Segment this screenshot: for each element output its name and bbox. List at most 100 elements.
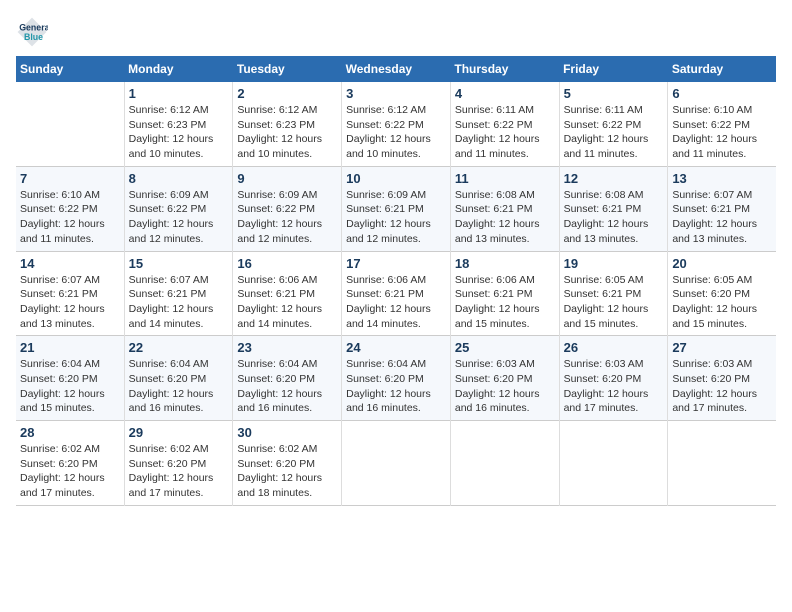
weekday-header: Sunday (16, 56, 124, 82)
day-number: 18 (455, 256, 555, 271)
logo: General Blue (16, 16, 52, 48)
day-info: Sunrise: 6:12 AMSunset: 6:23 PMDaylight:… (129, 103, 229, 162)
calendar-day-cell (559, 421, 668, 506)
day-number: 17 (346, 256, 446, 271)
logo-icon: General Blue (16, 16, 48, 48)
calendar-day-cell: 7 Sunrise: 6:10 AMSunset: 6:22 PMDaylight… (16, 166, 124, 251)
day-number: 6 (672, 86, 772, 101)
day-number: 15 (129, 256, 229, 271)
calendar-day-cell: 14 Sunrise: 6:07 AMSunset: 6:21 PMDayligh… (16, 251, 124, 336)
day-number: 7 (20, 171, 120, 186)
day-info: Sunrise: 6:11 AMSunset: 6:22 PMDaylight:… (455, 103, 555, 162)
calendar-day-cell: 27Sunrise: 6:03 AMSunset: 6:20 PMDayligh… (668, 336, 776, 421)
calendar-day-cell: 15 Sunrise: 6:07 AMSunset: 6:21 PMDayligh… (124, 251, 233, 336)
calendar-day-cell: 25 Sunrise: 6:03 AMSunset: 6:20 PMDayligh… (450, 336, 559, 421)
calendar-week-row: 7 Sunrise: 6:10 AMSunset: 6:22 PMDaylight… (16, 166, 776, 251)
day-info: Sunrise: 6:08 AMSunset: 6:21 PMDaylight:… (564, 188, 664, 247)
calendar-day-cell: 13 Sunrise: 6:07 AMSunset: 6:21 PMDayligh… (668, 166, 776, 251)
day-info: Sunrise: 6:07 AMSunset: 6:21 PMDaylight:… (129, 273, 229, 332)
day-number: 25 (455, 340, 555, 355)
weekday-header: Saturday (668, 56, 776, 82)
day-info: Sunrise: 6:10 AMSunset: 6:22 PMDaylight:… (672, 103, 772, 162)
calendar-day-cell (16, 82, 124, 166)
day-info: Sunrise: 6:04 AMSunset: 6:20 PMDaylight:… (129, 357, 229, 416)
weekday-header: Monday (124, 56, 233, 82)
weekday-header: Friday (559, 56, 668, 82)
calendar-day-cell: 23 Sunrise: 6:04 AMSunset: 6:20 PMDayligh… (233, 336, 342, 421)
calendar-day-cell: 20 Sunrise: 6:05 AMSunset: 6:20 PMDayligh… (668, 251, 776, 336)
day-info: Sunrise: 6:02 AMSunset: 6:20 PMDaylight:… (20, 442, 120, 501)
calendar-day-cell: 1 Sunrise: 6:12 AMSunset: 6:23 PMDaylight… (124, 82, 233, 166)
calendar-day-cell: 9 Sunrise: 6:09 AMSunset: 6:22 PMDaylight… (233, 166, 342, 251)
day-info: Sunrise: 6:04 AMSunset: 6:20 PMDaylight:… (237, 357, 337, 416)
day-info: Sunrise: 6:05 AMSunset: 6:20 PMDaylight:… (672, 273, 772, 332)
day-number: 23 (237, 340, 337, 355)
day-number: 3 (346, 86, 446, 101)
day-number: 28 (20, 425, 120, 440)
day-info: Sunrise: 6:12 AMSunset: 6:22 PMDaylight:… (346, 103, 446, 162)
calendar-day-cell (450, 421, 559, 506)
day-info: Sunrise: 6:10 AMSunset: 6:22 PMDaylight:… (20, 188, 120, 247)
day-number: 11 (455, 171, 555, 186)
day-number: 13 (672, 171, 772, 186)
calendar-day-cell (342, 421, 451, 506)
svg-text:General: General (19, 22, 48, 32)
calendar-day-cell: 16 Sunrise: 6:06 AMSunset: 6:21 PMDayligh… (233, 251, 342, 336)
calendar-day-cell (668, 421, 776, 506)
calendar-week-row: 28 Sunrise: 6:02 AMSunset: 6:20 PMDayligh… (16, 421, 776, 506)
day-number: 10 (346, 171, 446, 186)
calendar-day-cell: 6 Sunrise: 6:10 AMSunset: 6:22 PMDaylight… (668, 82, 776, 166)
calendar-day-cell: 19Sunrise: 6:05 AMSunset: 6:21 PMDayligh… (559, 251, 668, 336)
calendar-day-cell: 30Sunrise: 6:02 AMSunset: 6:20 PMDayligh… (233, 421, 342, 506)
day-info: Sunrise: 6:09 AMSunset: 6:21 PMDaylight:… (346, 188, 446, 247)
page-header: General Blue (16, 16, 776, 48)
day-number: 26 (564, 340, 664, 355)
calendar-day-cell: 29Sunrise: 6:02 AMSunset: 6:20 PMDayligh… (124, 421, 233, 506)
calendar-table: SundayMondayTuesdayWednesdayThursdayFrid… (16, 56, 776, 506)
day-info: Sunrise: 6:04 AMSunset: 6:20 PMDaylight:… (20, 357, 120, 416)
day-number: 14 (20, 256, 120, 271)
calendar-day-cell: 26 Sunrise: 6:03 AMSunset: 6:20 PMDayligh… (559, 336, 668, 421)
day-number: 8 (129, 171, 229, 186)
calendar-day-cell: 24Sunrise: 6:04 AMSunset: 6:20 PMDayligh… (342, 336, 451, 421)
weekday-header: Tuesday (233, 56, 342, 82)
day-number: 30 (237, 425, 337, 440)
day-info: Sunrise: 6:12 AMSunset: 6:23 PMDaylight:… (237, 103, 337, 162)
day-number: 19 (564, 256, 664, 271)
day-number: 21 (20, 340, 120, 355)
calendar-day-cell: 4 Sunrise: 6:11 AMSunset: 6:22 PMDaylight… (450, 82, 559, 166)
day-number: 9 (237, 171, 337, 186)
day-number: 29 (129, 425, 229, 440)
day-number: 16 (237, 256, 337, 271)
calendar-day-cell: 12 Sunrise: 6:08 AMSunset: 6:21 PMDayligh… (559, 166, 668, 251)
weekday-header-row: SundayMondayTuesdayWednesdayThursdayFrid… (16, 56, 776, 82)
day-info: Sunrise: 6:03 AMSunset: 6:20 PMDaylight:… (672, 357, 772, 416)
day-info: Sunrise: 6:03 AMSunset: 6:20 PMDaylight:… (455, 357, 555, 416)
day-info: Sunrise: 6:07 AMSunset: 6:21 PMDaylight:… (672, 188, 772, 247)
day-info: Sunrise: 6:07 AMSunset: 6:21 PMDaylight:… (20, 273, 120, 332)
calendar-day-cell: 2 Sunrise: 6:12 AMSunset: 6:23 PMDaylight… (233, 82, 342, 166)
day-number: 5 (564, 86, 664, 101)
day-info: Sunrise: 6:09 AMSunset: 6:22 PMDaylight:… (237, 188, 337, 247)
calendar-day-cell: 17 Sunrise: 6:06 AMSunset: 6:21 PMDayligh… (342, 251, 451, 336)
calendar-day-cell: 11Sunrise: 6:08 AMSunset: 6:21 PMDayligh… (450, 166, 559, 251)
calendar-day-cell: 21 Sunrise: 6:04 AMSunset: 6:20 PMDayligh… (16, 336, 124, 421)
day-number: 22 (129, 340, 229, 355)
calendar-week-row: 1 Sunrise: 6:12 AMSunset: 6:23 PMDaylight… (16, 82, 776, 166)
calendar-day-cell: 18 Sunrise: 6:06 AMSunset: 6:21 PMDayligh… (450, 251, 559, 336)
day-number: 2 (237, 86, 337, 101)
day-info: Sunrise: 6:06 AMSunset: 6:21 PMDaylight:… (455, 273, 555, 332)
calendar-day-cell: 10 Sunrise: 6:09 AMSunset: 6:21 PMDayligh… (342, 166, 451, 251)
day-number: 1 (129, 86, 229, 101)
day-number: 4 (455, 86, 555, 101)
day-info: Sunrise: 6:06 AMSunset: 6:21 PMDaylight:… (346, 273, 446, 332)
day-info: Sunrise: 6:04 AMSunset: 6:20 PMDaylight:… (346, 357, 446, 416)
calendar-week-row: 21 Sunrise: 6:04 AMSunset: 6:20 PMDayligh… (16, 336, 776, 421)
calendar-day-cell: 5Sunrise: 6:11 AMSunset: 6:22 PMDaylight… (559, 82, 668, 166)
day-info: Sunrise: 6:09 AMSunset: 6:22 PMDaylight:… (129, 188, 229, 247)
day-number: 12 (564, 171, 664, 186)
day-info: Sunrise: 6:03 AMSunset: 6:20 PMDaylight:… (564, 357, 664, 416)
day-info: Sunrise: 6:06 AMSunset: 6:21 PMDaylight:… (237, 273, 337, 332)
calendar-day-cell: 28 Sunrise: 6:02 AMSunset: 6:20 PMDayligh… (16, 421, 124, 506)
day-number: 20 (672, 256, 772, 271)
